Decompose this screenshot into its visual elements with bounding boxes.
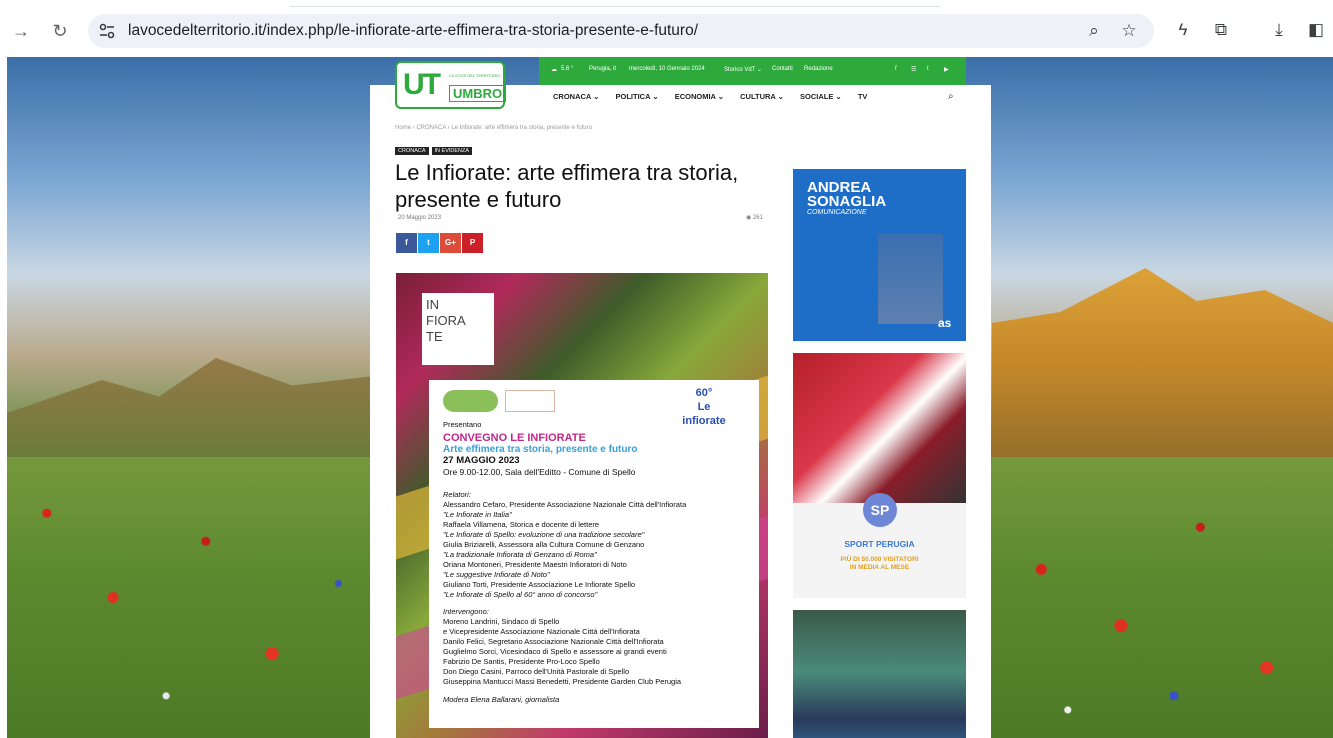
poster-line: Intervengono: [443, 607, 489, 616]
ad-volleyball-image[interactable] [793, 610, 966, 738]
article-date: 20 Maggio 2023 [398, 215, 442, 221]
menu-cultura[interactable]: CULTURA ⌄ [740, 92, 784, 101]
top-bar: ☁ 5.6 ° Perugia, it mercoledì, 10 Gennai… [539, 57, 966, 85]
poster-line: Don Diego Casini, Parroco dell'Unità Pas… [443, 667, 630, 676]
tab-strip-edge [290, 6, 940, 7]
page-viewport: ☁ 5.6 ° Perugia, it mercoledì, 10 Gennai… [7, 57, 1333, 738]
poster-line: Oriana Montoneri, Presidente Maestri Inf… [443, 560, 627, 569]
infiorate-logo: IN FIORA TE [422, 293, 494, 365]
side-panel-icon[interactable]: ◧ [1305, 19, 1327, 41]
address-bar[interactable]: lavocedelterritorio.it/index.php/le-infi… [88, 14, 1154, 48]
logo-tagline: LA VOCE DEL TERRITORIO [449, 73, 501, 78]
ad2-line2: IN MEDIA AL MESE [849, 564, 910, 571]
poster-line: Fabrizio De Santis, Presidente Pro-Loco … [443, 657, 600, 666]
menu-politica[interactable]: POLITICA ⌄ [616, 92, 659, 101]
poster-line: Moreno Landrini, Sindaco di Spello [443, 617, 560, 626]
poster-line: "La tradizionale Infiorata di Genzano di… [443, 550, 597, 559]
ad1-building-image [878, 234, 943, 324]
poster-line: Danilo Felici, Segretario Associazione N… [443, 637, 664, 646]
search-icon[interactable]: ⌕ [948, 91, 954, 102]
toplink-redazione[interactable]: Redazione [804, 66, 833, 72]
browser-toolbar: → ↻ lavocedelterritorio.it/index.php/le-… [0, 0, 1333, 58]
poster-line: Modera Elena Ballarani, giornalista [443, 695, 560, 704]
logo-ut: UT [403, 68, 441, 101]
reload-icon[interactable]: ↻ [49, 20, 71, 42]
share-pinterest-button[interactable]: P [462, 233, 483, 253]
site-container: ☁ 5.6 ° Perugia, it mercoledì, 10 Gennai… [370, 57, 991, 738]
breadcrumb: Home › CRONACA › Le Infiorate: arte effi… [395, 125, 592, 131]
poster-line: CONVEGNO LE INFIORATE [443, 432, 586, 444]
weather-city: Perugia, it [589, 66, 617, 72]
poster-card: 60° Le infiorate Presentano CONVEGNO LE … [429, 380, 759, 728]
ad2-title: SPORT PERUGIA [844, 539, 915, 549]
toplink-storico[interactable]: Storico VdT ⌄ [724, 66, 762, 73]
poster-line: Giuseppina Mantucci Massi Benedetti, Pre… [443, 677, 682, 686]
poster-line: "Le Infiorate di Spello: evoluzione di u… [443, 530, 645, 539]
poster-line: "Le Infiorate di Spello al 60° anno di c… [443, 590, 598, 599]
poster-line: Presentano [443, 420, 482, 429]
site-logo[interactable]: UT LA VOCE DEL TERRITORIO UMBRO [395, 61, 507, 109]
ad2-badge: SP [863, 493, 897, 527]
tag-cronaca[interactable]: CRONACA [395, 147, 429, 155]
menu-economia[interactable]: ECONOMIA ⌄ [675, 92, 724, 101]
ad2-line1: PIÙ DI 50.000 VISITATORI [840, 556, 919, 563]
weather-icon: ☁ [551, 67, 557, 73]
share-googleplus-button[interactable]: G+ [440, 233, 461, 253]
youtube-icon[interactable]: ▶ [944, 66, 949, 73]
page-title: Le Infiorate: arte effimera tra storia, … [395, 160, 739, 212]
rss-icon[interactable]: ☰ [911, 66, 916, 73]
sponsor-logo [443, 390, 498, 412]
toplink-contatti[interactable]: Contatti [772, 66, 793, 72]
ad-andrea-sonaglia[interactable]: ANDREA SONAGLIA COMUNICAZIONE as [793, 169, 966, 341]
forward-icon[interactable]: → [10, 20, 32, 42]
facebook-icon[interactable]: f [895, 66, 897, 72]
content-panel: CRONACA ⌄ POLITICA ⌄ ECONOMIA ⌄ CULTURA … [370, 85, 991, 738]
eye-icon: ◉ [746, 215, 753, 221]
poster-line: 27 MAGGIO 2023 [443, 455, 520, 466]
poster-line: Ore 9.00-12.00, Sala dell'Editto - Comun… [443, 467, 636, 477]
article-poster: IN FIORA TE 60° Le infiorate Presentano … [396, 273, 768, 738]
poster-line: Giulia Briziarelli, Assessora alla Cultu… [443, 540, 645, 549]
zoom-icon[interactable]: ⌕ [1083, 20, 1105, 42]
left-mountain [7, 358, 387, 457]
poster-line: Alessandro Cefaro, Presidente Associazio… [443, 500, 687, 509]
top-date: mercoledì, 10 Gennaio 2024 [629, 66, 705, 72]
poster-line: Raffaela Villamena, Storica e docente di… [443, 520, 600, 529]
main-menu: CRONACA ⌄ POLITICA ⌄ ECONOMIA ⌄ CULTURA … [553, 92, 881, 101]
twitter-icon[interactable]: t [927, 66, 929, 72]
ad1-line2: SONAGLIA [807, 193, 887, 210]
bookmark-star-icon[interactable]: ☆ [1118, 20, 1140, 42]
menu-cronaca[interactable]: CRONACA ⌄ [553, 92, 599, 101]
extensions-puzzle-icon[interactable]: ⧉ [1210, 19, 1232, 41]
tag-in-evidenza[interactable]: IN EVIDENZA [431, 147, 473, 155]
views-value: 261 [752, 215, 763, 221]
ad-sport-perugia[interactable]: SP SPORT PERUGIA PIÙ DI 50.000 VISITATOR… [793, 353, 966, 598]
citta-infiorata-logo [505, 390, 555, 412]
right-mountain [992, 268, 1333, 477]
poster-line: "Le Infiorate in Italia" [443, 510, 512, 519]
lightning-extension-icon[interactable]: ϟ [1172, 19, 1194, 41]
poster-line: Guglielmo Sorci, Vicesindaco di Spello e… [443, 647, 667, 656]
logo-umbro: UMBRO [449, 85, 507, 102]
views-count: ◉ 261 [746, 214, 763, 221]
menu-sociale[interactable]: SOCIALE ⌄ [800, 92, 842, 101]
menu-tv[interactable]: TV [858, 92, 868, 101]
share-buttons: f t G+ P [396, 232, 484, 253]
poster-line: e Vicepresidente Associazione Nazionale … [443, 627, 640, 636]
ad2-sports-image [793, 353, 966, 503]
share-twitter-button[interactable]: t [418, 233, 439, 253]
ad1-mark: as [938, 316, 952, 330]
infiorate-60-logo: 60° Le infiorate [682, 387, 726, 427]
tags: CRONACA IN EVIDENZA [395, 139, 475, 157]
share-facebook-button[interactable]: f [396, 233, 417, 253]
url-text[interactable]: lavocedelterritorio.it/index.php/le-infi… [128, 22, 698, 40]
weather-temp: 5.6 ° [561, 66, 574, 72]
ad1-sub: COMUNICAZIONE [807, 209, 867, 216]
download-icon[interactable]: ⤓ [1268, 19, 1290, 41]
poster-line: "Le suggestive Infiorate di Noto" [443, 570, 550, 579]
poster-line: Relatori: [443, 490, 471, 499]
site-info-icon[interactable] [98, 22, 116, 40]
poster-line: Giuliano Torti, Presidente Associazione … [443, 580, 636, 589]
